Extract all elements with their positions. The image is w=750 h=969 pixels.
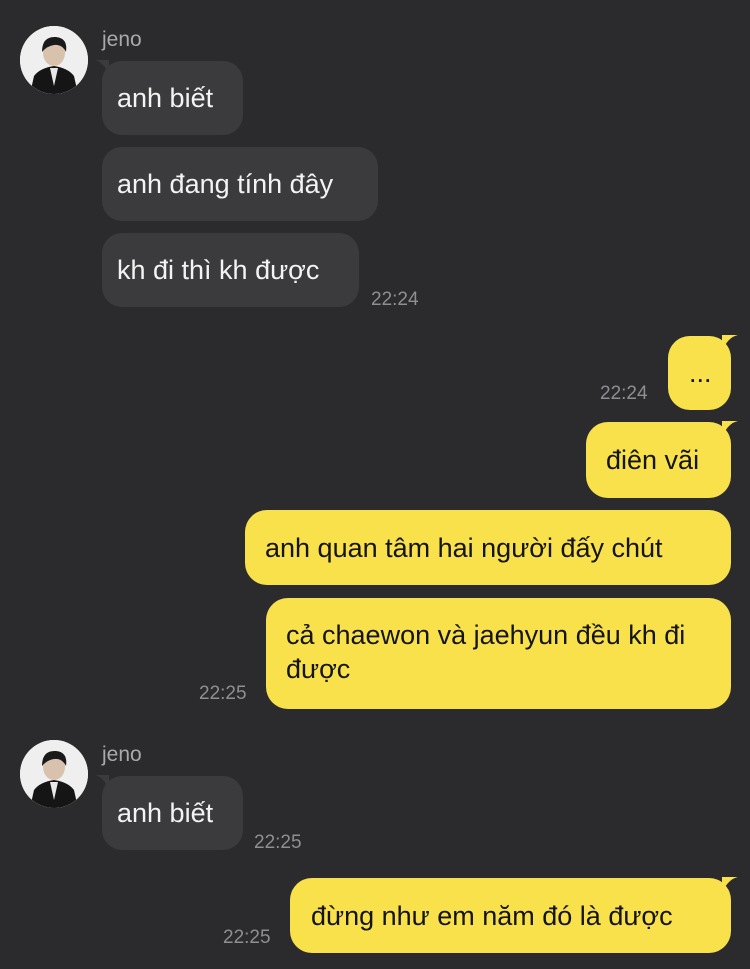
sender-name: jeno <box>102 28 142 51</box>
message-bubble-incoming[interactable]: anh đang tính đây <box>102 147 378 221</box>
message-bubble-incoming[interactable]: anh biết <box>102 61 243 135</box>
timestamp: 22:24 <box>371 289 419 310</box>
timestamp: 22:25 <box>199 683 247 704</box>
timestamp: 22:25 <box>254 832 302 853</box>
message-bubble-outgoing[interactable]: cả chaewon và jaehyun đều kh đi được <box>266 598 731 709</box>
message-text: anh đang tính đây <box>117 169 334 199</box>
avatar-jeno[interactable] <box>20 740 88 808</box>
message-text: anh biết <box>117 83 214 113</box>
message-text: ... <box>689 358 712 388</box>
message-text: anh biết <box>117 798 214 828</box>
message-text: đừng như em năm đó là được <box>311 901 673 931</box>
message-bubble-outgoing[interactable]: đừng như em năm đó là được <box>290 878 731 953</box>
timestamp: 22:25 <box>223 927 271 948</box>
message-text: cả chaewon và jaehyun đều kh đi được <box>286 620 686 684</box>
avatar-jeno[interactable] <box>20 26 88 94</box>
message-text: điên vãi <box>606 445 700 475</box>
message-bubble-outgoing[interactable]: anh quan tâm hai người đấy chút <box>245 510 731 585</box>
message-bubble-incoming[interactable]: kh đi thì kh được <box>102 233 359 307</box>
message-text: kh đi thì kh được <box>117 255 320 285</box>
message-bubble-outgoing[interactable]: ... <box>668 336 731 410</box>
profile-photo-icon <box>20 740 88 808</box>
profile-photo-icon <box>20 26 88 94</box>
message-bubble-outgoing[interactable]: điên vãi <box>586 422 731 498</box>
message-text: anh quan tâm hai người đấy chút <box>265 533 663 563</box>
sender-name: jeno <box>102 743 142 766</box>
timestamp: 22:24 <box>600 383 648 404</box>
message-bubble-incoming[interactable]: anh biết <box>102 776 243 850</box>
